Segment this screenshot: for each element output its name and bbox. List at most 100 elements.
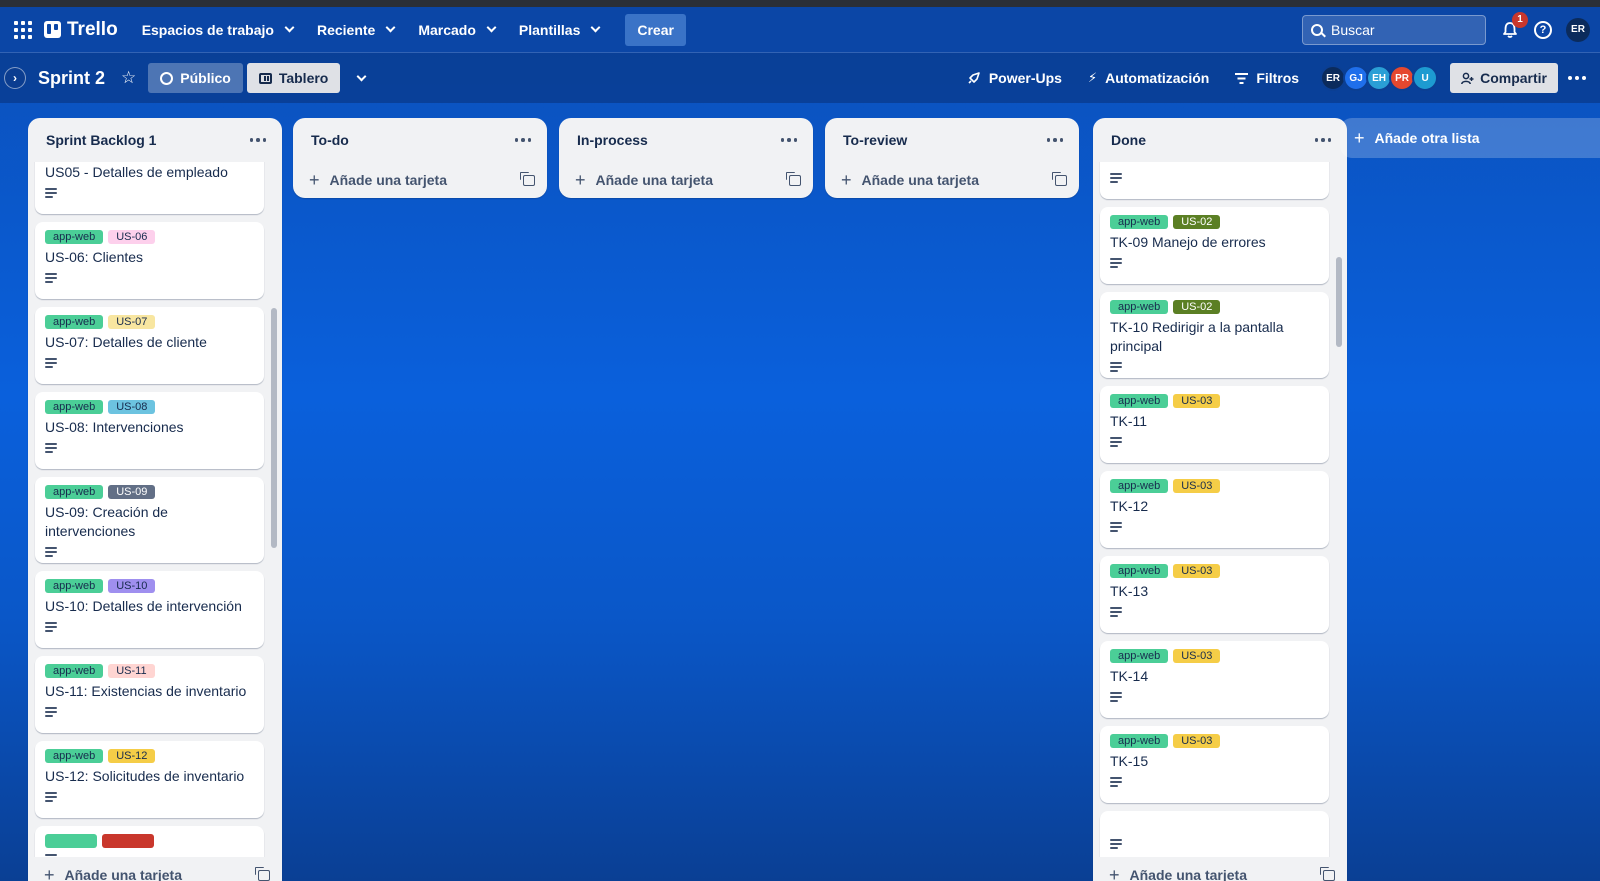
list-scrollbar-thumb[interactable] bbox=[1336, 257, 1342, 347]
card[interactable]: app-web US-08 US-08: Intervenciones bbox=[35, 392, 264, 469]
automation-button[interactable]: ⚡ Automatización bbox=[1078, 64, 1219, 92]
card[interactable]: app-web US-11 US-11: Existencias de invent… bbox=[35, 656, 264, 733]
card-label[interactable]: US-09 bbox=[108, 485, 156, 499]
card[interactable] bbox=[35, 826, 264, 857]
card-label[interactable]: US-03 bbox=[1173, 564, 1221, 578]
power-ups-button[interactable]: Power-Ups bbox=[957, 64, 1072, 92]
menu-recent[interactable]: Reciente bbox=[307, 15, 408, 45]
app-switcher-icon[interactable] bbox=[12, 19, 34, 41]
card-label[interactable]: app-web bbox=[1110, 394, 1169, 408]
card-label[interactable]: app-web bbox=[45, 664, 104, 678]
menu-starred[interactable]: Marcado bbox=[408, 15, 509, 45]
card-template-icon[interactable] bbox=[1320, 866, 1335, 881]
menu-templates[interactable]: Plantillas bbox=[509, 15, 613, 45]
card[interactable]: app-web US-03 TK-15 bbox=[1100, 726, 1329, 803]
list-cards-area[interactable]: app-webUS-05US05 - Detalles de empleado a… bbox=[28, 162, 282, 857]
list-title[interactable]: To-review bbox=[843, 132, 907, 148]
card-label[interactable]: US-02 bbox=[1173, 300, 1221, 314]
account-avatar[interactable]: ER bbox=[1566, 17, 1590, 42]
card-label[interactable]: US-02 bbox=[1173, 215, 1221, 229]
card[interactable]: app-web US-03 TK-11 bbox=[1100, 386, 1329, 463]
card-label[interactable]: app-web bbox=[45, 485, 104, 499]
list-title[interactable]: Done bbox=[1111, 132, 1146, 148]
member-avatar[interactable]: U bbox=[1412, 65, 1439, 91]
card[interactable]: app-webUS-05US05 - Detalles de empleado bbox=[35, 162, 264, 214]
board-view-button[interactable]: Tablero bbox=[246, 63, 341, 93]
card-label[interactable]: app-web bbox=[45, 400, 104, 414]
card-label[interactable]: app-web bbox=[45, 230, 104, 244]
card-label[interactable]: app-web bbox=[1110, 300, 1169, 314]
card-label[interactable] bbox=[45, 834, 97, 848]
expand-sidebar-icon[interactable]: › bbox=[4, 67, 26, 89]
card-label[interactable]: US-03 bbox=[1173, 479, 1221, 493]
add-card-button[interactable]: + Añade una tarjeta bbox=[1093, 857, 1347, 881]
list-title[interactable]: In-process bbox=[577, 132, 648, 148]
card[interactable]: app-web US-02 TK-09 Manejo de errores bbox=[1100, 207, 1329, 284]
card-label[interactable]: US-11 bbox=[108, 664, 155, 678]
create-button[interactable]: Crear bbox=[625, 13, 686, 46]
list-menu-icon[interactable] bbox=[1311, 132, 1336, 148]
card[interactable]: app-webUS-02TK-08 Enviar datos al backen… bbox=[1100, 162, 1329, 199]
add-card-button[interactable]: + Añade una tarjeta bbox=[293, 162, 547, 198]
add-card-button[interactable]: + Añade una tarjeta bbox=[825, 162, 1079, 198]
card-label[interactable]: US-03 bbox=[1173, 734, 1221, 748]
list-menu-icon[interactable] bbox=[246, 132, 271, 148]
list-scrollbar[interactable] bbox=[1336, 162, 1342, 857]
card[interactable]: app-web US-02 TK-10 Redirigir a la pantall… bbox=[1100, 292, 1329, 378]
add-card-button[interactable]: + Añade una tarjeta bbox=[28, 857, 282, 881]
menu-workspaces[interactable]: Espacios de trabajo bbox=[132, 15, 307, 45]
search-input[interactable]: Buscar bbox=[1302, 14, 1486, 45]
card-template-icon[interactable] bbox=[786, 171, 801, 186]
card[interactable]: app-web US-03 TK-12 bbox=[1100, 471, 1329, 548]
list-menu-icon[interactable] bbox=[777, 132, 802, 148]
card-label[interactable]: app-web bbox=[1110, 215, 1169, 229]
list-scrollbar-thumb[interactable] bbox=[271, 308, 277, 548]
card-label[interactable]: US-03 bbox=[1173, 649, 1221, 663]
board-menu-icon[interactable] bbox=[1564, 76, 1590, 80]
list-menu-icon[interactable] bbox=[511, 132, 536, 148]
filters-button[interactable]: Filtros bbox=[1225, 64, 1309, 92]
card-label[interactable]: US-08 bbox=[108, 400, 156, 414]
card[interactable]: app-web US-06 US-06: Clientes bbox=[35, 222, 264, 299]
card[interactable]: app-web US-07 US-07: Detalles de cliente bbox=[35, 307, 264, 384]
list-scrollbar[interactable] bbox=[271, 162, 277, 857]
share-button[interactable]: Compartir bbox=[1450, 63, 1558, 93]
card[interactable]: app-web US-10 US-10: Detalles de intervenc… bbox=[35, 571, 264, 648]
card-template-icon[interactable] bbox=[255, 866, 270, 881]
help-icon[interactable]: ? bbox=[1534, 20, 1552, 39]
card-label[interactable]: US-12 bbox=[108, 749, 156, 763]
card-label[interactable]: US-06 bbox=[108, 230, 156, 244]
card[interactable]: app-web US-03 TK-14 bbox=[1100, 641, 1329, 718]
card-label[interactable]: app-web bbox=[1110, 479, 1169, 493]
card-label[interactable]: app-web bbox=[1110, 564, 1169, 578]
list-title[interactable]: Sprint Backlog 1 bbox=[46, 132, 156, 148]
card[interactable] bbox=[1100, 811, 1329, 857]
card-label[interactable]: app-web bbox=[1110, 649, 1169, 663]
card-label[interactable] bbox=[102, 834, 154, 848]
star-icon[interactable]: ☆ bbox=[121, 68, 136, 88]
card-label[interactable]: US-10 bbox=[108, 579, 156, 593]
card-template-icon[interactable] bbox=[520, 171, 535, 186]
card-label[interactable]: US-07 bbox=[108, 315, 156, 329]
visibility-button[interactable]: Público bbox=[148, 63, 243, 93]
list-menu-icon[interactable] bbox=[1043, 132, 1068, 148]
card[interactable]: app-web US-03 TK-13 bbox=[1100, 556, 1329, 633]
list-title[interactable]: To-do bbox=[311, 132, 349, 148]
card-template-icon[interactable] bbox=[1052, 171, 1067, 186]
notifications-button[interactable]: 1 bbox=[1500, 11, 1528, 40]
card[interactable]: app-web US-09 US-09: Creación de intervenc… bbox=[35, 477, 264, 563]
view-switcher-button[interactable] bbox=[346, 63, 376, 93]
card-label[interactable]: app-web bbox=[1110, 734, 1169, 748]
board-title[interactable]: Sprint 2 bbox=[38, 68, 105, 89]
list-cards-area[interactable]: app-web US-02 TK-08 Enviar datos al backen… bbox=[1093, 162, 1347, 857]
card-labels: app-web US-03 bbox=[1110, 649, 1319, 663]
card-label[interactable]: US-03 bbox=[1173, 394, 1221, 408]
card-label[interactable]: app-web bbox=[45, 315, 104, 329]
card[interactable]: app-web US-12 US-12: Solicitudes de invent… bbox=[35, 741, 264, 818]
add-list-button[interactable]: + Añade otra lista bbox=[1340, 118, 1600, 158]
card-label[interactable]: app-web bbox=[45, 749, 104, 763]
board-canvas[interactable]: Sprint Backlog 1 app-webUS-05US05 - Deta… bbox=[0, 106, 1600, 881]
add-card-button[interactable]: + Añade una tarjeta bbox=[559, 162, 813, 198]
card-label[interactable]: app-web bbox=[45, 579, 104, 593]
trello-logo[interactable]: Trello bbox=[44, 19, 118, 41]
